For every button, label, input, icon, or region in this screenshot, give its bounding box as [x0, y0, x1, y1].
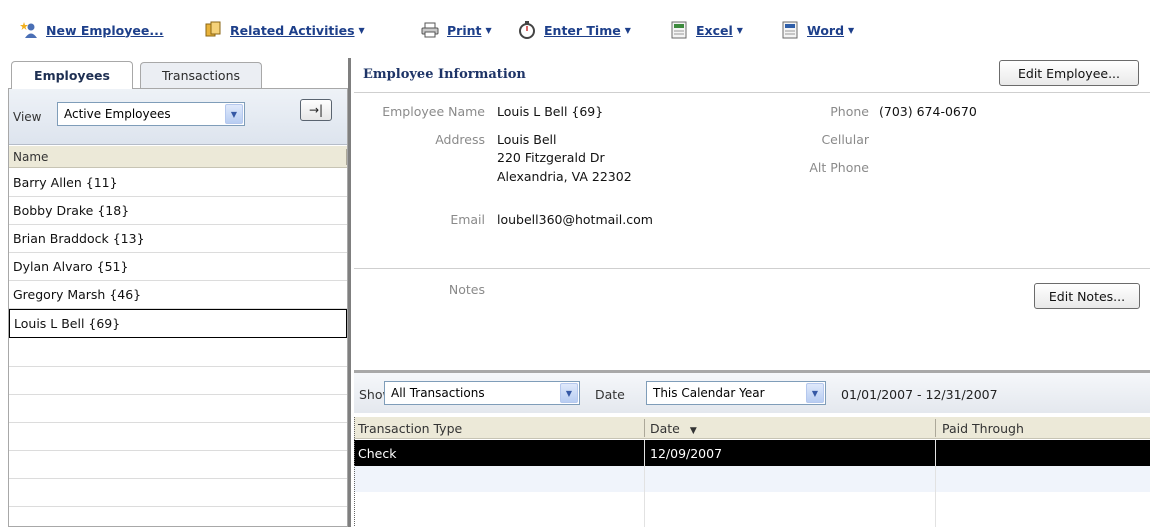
- list-item[interactable]: Dylan Alvaro {51}: [9, 253, 347, 281]
- date-range-text: 01/01/2007 - 12/31/2007: [841, 387, 998, 402]
- cellular-label: Cellular: [821, 132, 869, 147]
- transactions-filter-bar: Show All Transactions ▼ Date This Calend…: [354, 373, 1150, 413]
- print-menu[interactable]: Print ▼: [421, 20, 492, 40]
- tab-transactions[interactable]: Transactions: [140, 62, 262, 88]
- chevron-down-icon[interactable]: ▼: [225, 104, 243, 124]
- list-item[interactable]: Bobby Drake {18}: [9, 197, 347, 225]
- chevron-down-icon[interactable]: ▼: [806, 383, 824, 403]
- word-icon: [782, 21, 798, 39]
- phone-label: Phone: [830, 104, 869, 119]
- employee-name-label: Employee Name: [382, 104, 485, 119]
- empty-row: [354, 466, 1150, 492]
- employee-information-panel: Employee Information Edit Employee... Em…: [354, 58, 1150, 370]
- printer-icon: [421, 22, 439, 38]
- edit-employee-button[interactable]: Edit Employee...: [999, 60, 1139, 86]
- column-divider[interactable]: [935, 419, 936, 437]
- column-gridline: [644, 440, 645, 527]
- transaction-date-cell: 12/09/2007: [650, 446, 723, 461]
- employee-list-panel: View Active Employees ▼ →| Name Barry Al…: [8, 88, 348, 527]
- list-item[interactable]: Gregory Marsh {46}: [9, 281, 347, 309]
- edit-notes-button[interactable]: Edit Notes...: [1034, 283, 1140, 309]
- enter-time-label: Enter Time: [544, 22, 621, 38]
- empty-row: [9, 339, 347, 367]
- notes-label: Notes: [448, 282, 485, 297]
- chevron-down-icon: ▼: [358, 25, 365, 35]
- column-header-paid-through[interactable]: Paid Through: [942, 421, 1024, 436]
- tab-employees[interactable]: Employees: [11, 61, 133, 89]
- empty-row: [9, 367, 347, 395]
- excel-label: Excel: [696, 22, 733, 38]
- chevron-down-icon[interactable]: ▼: [560, 383, 578, 403]
- stopwatch-icon: [519, 21, 535, 39]
- transactions-table-header: Transaction Type Date ▼ Paid Through: [354, 417, 1150, 439]
- arrow-right-bar-icon: →|: [308, 103, 324, 117]
- empty-row: [9, 423, 347, 451]
- column-divider[interactable]: [644, 419, 645, 437]
- address-line-3: Alexandria, VA 22302: [497, 169, 632, 184]
- column-header-date[interactable]: Date ▼: [650, 421, 697, 436]
- sort-descending-icon: ▼: [689, 426, 697, 436]
- divider: [354, 268, 1150, 269]
- empty-row: [9, 451, 347, 479]
- collapse-panel-button[interactable]: →|: [300, 99, 332, 121]
- list-item-selected[interactable]: Louis L Bell {69}: [9, 309, 347, 338]
- chevron-down-icon: ▼: [736, 25, 743, 35]
- chevron-down-icon: ▼: [848, 25, 855, 35]
- email-value: loubell360@hotmail.com: [497, 212, 653, 227]
- email-label: Email: [450, 212, 485, 227]
- employee-name-value: Louis L Bell {69}: [497, 104, 604, 119]
- address-label: Address: [435, 132, 485, 147]
- date-filter-label: Date: [595, 387, 625, 402]
- chevron-down-icon: ▼: [624, 25, 631, 35]
- show-select[interactable]: All Transactions ▼: [384, 381, 580, 405]
- address-line-2: 220 Fitzgerald Dr: [497, 150, 605, 165]
- column-header-transaction-type[interactable]: Transaction Type: [358, 421, 462, 436]
- related-activities-menu[interactable]: Related Activities ▼: [204, 20, 365, 40]
- column-gridline: [935, 440, 936, 527]
- view-filter-bar: View Active Employees ▼ →|: [9, 89, 347, 145]
- focus-border: [354, 417, 355, 527]
- excel-icon: [671, 21, 687, 39]
- view-select[interactable]: Active Employees ▼: [57, 102, 245, 126]
- table-row[interactable]: Check 12/09/2007: [354, 440, 1150, 466]
- new-employee-label: New Employee...: [46, 22, 164, 38]
- print-label: Print: [447, 22, 482, 38]
- list-item[interactable]: Barry Allen {11}: [9, 169, 347, 197]
- word-menu[interactable]: Word ▼: [781, 20, 854, 40]
- name-column-header[interactable]: Name: [9, 146, 347, 168]
- empty-row: [9, 395, 347, 423]
- address-line-1: Louis Bell: [497, 132, 557, 147]
- enter-time-menu[interactable]: Enter Time ▼: [518, 20, 631, 40]
- alt-phone-label: Alt Phone: [809, 160, 869, 175]
- new-employee-button[interactable]: New Employee...: [20, 20, 164, 40]
- new-employee-icon: [20, 22, 37, 38]
- chevron-down-icon: ▼: [485, 25, 492, 35]
- excel-menu[interactable]: Excel ▼: [670, 20, 743, 40]
- transactions-panel: Show All Transactions ▼ Date This Calend…: [354, 370, 1150, 527]
- list-item[interactable]: Brian Braddock {13}: [9, 225, 347, 253]
- phone-value: (703) 674-0670: [879, 104, 977, 119]
- employee-center-left-panel: Employees Transactions View Active Emplo…: [0, 58, 351, 527]
- view-label: View: [13, 110, 42, 124]
- transaction-type-cell: Check: [358, 446, 397, 461]
- empty-row: [354, 492, 1150, 518]
- related-activities-label: Related Activities: [230, 22, 355, 38]
- page-title: Employee Information: [363, 67, 526, 82]
- empty-row: [9, 479, 347, 507]
- date-select[interactable]: This Calendar Year ▼: [646, 381, 826, 405]
- divider: [354, 92, 1150, 93]
- activities-icon: [205, 21, 221, 37]
- toolbar: New Employee... Related Activities ▼ Pri…: [0, 0, 1150, 58]
- word-label: Word: [807, 22, 845, 38]
